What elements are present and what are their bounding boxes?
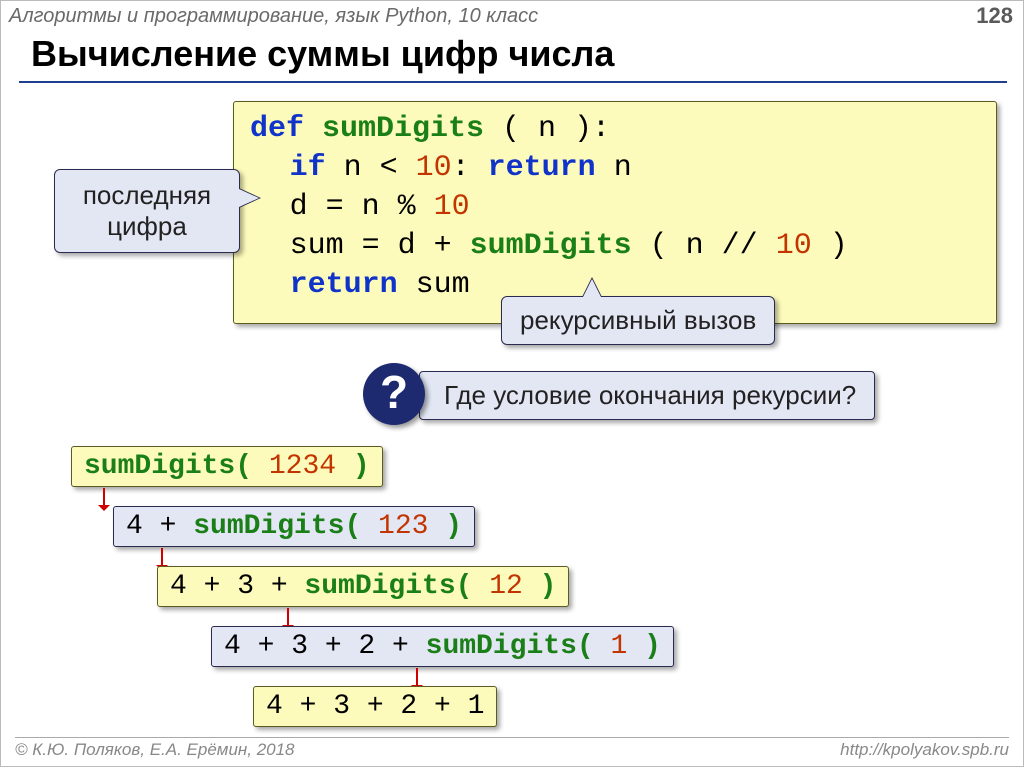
- question-mark-icon: ?: [363, 363, 425, 425]
- callout-last-digit: последняя цифра: [54, 169, 240, 253]
- callout-recursive-call: рекурсивный вызов: [501, 296, 775, 345]
- trace-row-2: 4 + sumDigits( 123 ): [113, 506, 475, 547]
- trace-row-3: 4 + 3 + sumDigits( 12 ): [157, 566, 569, 607]
- trace-row-5: 4 + 3 + 2 + 1: [253, 686, 497, 727]
- code-line-3: d = n % 10: [250, 188, 980, 227]
- trace-row-4: 4 + 3 + 2 + sumDigits( 1 ): [211, 626, 674, 667]
- slide: Алгоритмы и программирование, язык Pytho…: [0, 0, 1024, 767]
- footer-rule: [15, 737, 1009, 738]
- footer: © К.Ю. Поляков, Е.А. Ерёмин, 2018 http:/…: [15, 740, 1009, 760]
- footer-right: http://kpolyakov.spb.ru: [840, 740, 1009, 760]
- subject-text: Алгоритмы и программирование, язык Pytho…: [9, 5, 538, 27]
- title-underline: [19, 81, 1007, 83]
- slide-header: Алгоритмы и программирование, язык Pytho…: [9, 5, 1015, 29]
- slide-title: Вычисление суммы цифр числа: [31, 33, 1003, 77]
- footer-left: © К.Ю. Поляков, Е.А. Ерёмин, 2018: [15, 740, 295, 759]
- code-block: def sumDigits ( n ): if n < 10: return n…: [233, 101, 997, 324]
- question-box: Где условие окончания рекурсии?: [419, 371, 875, 420]
- page-number: 128: [976, 3, 1013, 29]
- trace-row-1: sumDigits( 1234 ): [71, 446, 383, 487]
- code-line-2: if n < 10: return n: [250, 149, 980, 188]
- arrow-1-icon: [103, 488, 105, 510]
- code-line-1: def sumDigits ( n ):: [250, 110, 980, 149]
- code-line-4: sum = d + sumDigits ( n // 10 ): [250, 227, 980, 266]
